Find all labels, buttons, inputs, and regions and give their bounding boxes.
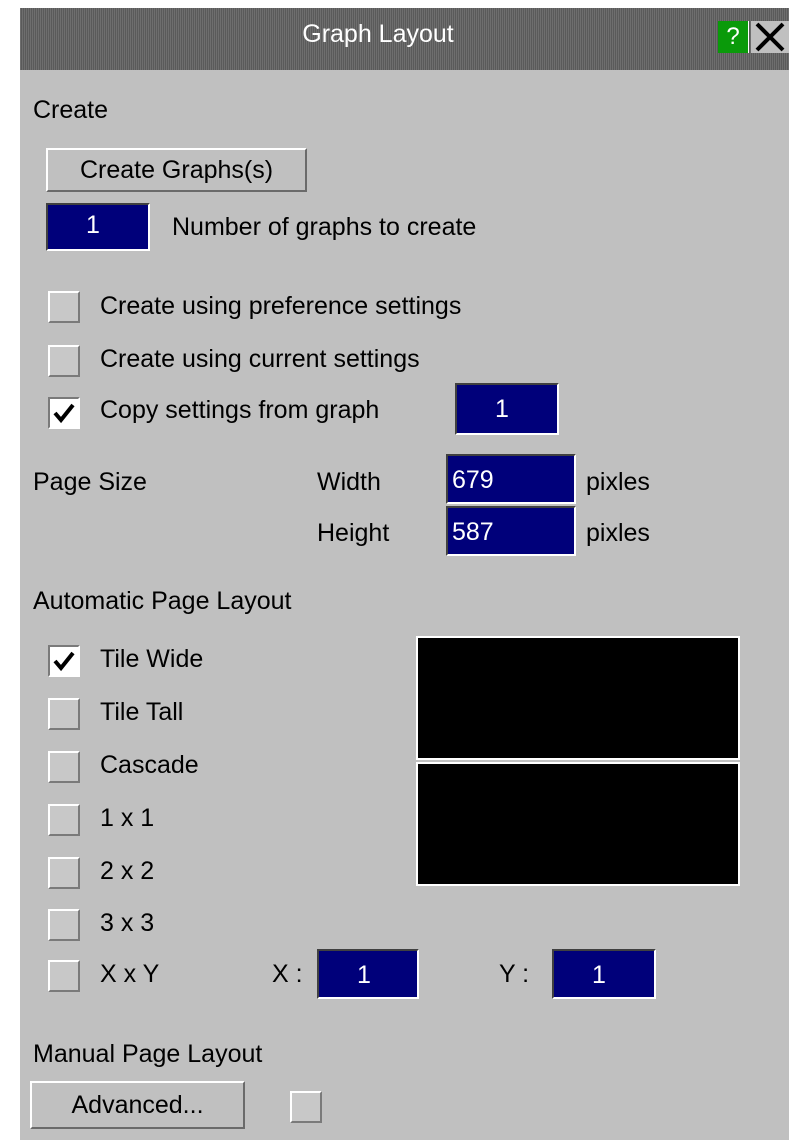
create-using-current-label: Create using current settings xyxy=(100,345,420,373)
graph-layout-panel: Graph Layout ? Create Create Graphs(s) 1… xyxy=(20,8,789,1140)
manual-layout-checkbox[interactable] xyxy=(290,1091,322,1123)
page-size-label: Page Size xyxy=(33,468,147,496)
copy-settings-label: Copy settings from graph xyxy=(100,396,380,424)
number-of-graphs-label: Number of graphs to create xyxy=(172,213,477,241)
tile-tall-checkbox[interactable] xyxy=(48,698,80,730)
cascade-checkbox[interactable] xyxy=(48,751,80,783)
y-count-input[interactable]: 1 xyxy=(552,949,656,999)
x-count-input[interactable]: 1 xyxy=(317,949,419,999)
height-unit: pixles xyxy=(586,519,650,547)
layout-2x2-label: 2 x 2 xyxy=(100,857,155,885)
close-icon xyxy=(755,22,785,52)
manual-page-layout-label: Manual Page Layout xyxy=(33,1040,263,1068)
layout-xy-checkbox[interactable] xyxy=(48,960,80,992)
layout-1x1-checkbox[interactable] xyxy=(48,804,80,836)
title-bar: Graph Layout ? xyxy=(20,8,789,70)
advanced-button[interactable]: Advanced... xyxy=(30,1081,245,1129)
layout-1x1-label: 1 x 1 xyxy=(100,804,155,832)
tile-wide-label: Tile Wide xyxy=(100,645,204,673)
layout-3x3-checkbox[interactable] xyxy=(48,909,80,941)
copy-settings-checkbox[interactable] xyxy=(48,397,80,429)
layout-preview-top-pane xyxy=(416,636,740,760)
create-graphs-button[interactable]: Create Graphs(s) xyxy=(46,148,307,192)
y-label: Y : xyxy=(499,960,530,988)
width-unit: pixles xyxy=(586,468,650,496)
create-section-label: Create xyxy=(33,96,109,124)
layout-xy-label: X x Y xyxy=(100,960,160,988)
x-label: X : xyxy=(272,960,303,988)
close-button[interactable] xyxy=(751,21,789,53)
create-using-preference-label: Create using preference settings xyxy=(100,292,462,320)
layout-2x2-checkbox[interactable] xyxy=(48,857,80,889)
checkmark-icon xyxy=(53,403,75,424)
height-input[interactable]: 587 xyxy=(446,506,576,556)
cascade-label: Cascade xyxy=(100,751,199,779)
window-title: Graph Layout xyxy=(302,20,454,48)
layout-3x3-label: 3 x 3 xyxy=(100,909,155,937)
x-count-value: 1 xyxy=(357,961,371,989)
layout-preview-bottom-pane xyxy=(416,762,740,886)
automatic-page-layout-label: Automatic Page Layout xyxy=(33,587,292,615)
height-value: 587 xyxy=(452,518,494,546)
create-using-preference-checkbox[interactable] xyxy=(48,291,80,323)
number-of-graphs-input[interactable]: 1 xyxy=(46,203,150,251)
tile-tall-label: Tile Tall xyxy=(100,698,184,726)
create-using-current-checkbox[interactable] xyxy=(48,345,80,377)
width-input[interactable]: 679 xyxy=(446,454,576,504)
copy-from-graph-value: 1 xyxy=(495,395,509,423)
copy-from-graph-input[interactable]: 1 xyxy=(455,383,559,435)
height-label: Height xyxy=(317,519,390,547)
width-value: 679 xyxy=(452,466,494,494)
checkmark-icon xyxy=(53,651,75,672)
tile-wide-checkbox[interactable] xyxy=(48,645,80,677)
y-count-value: 1 xyxy=(592,961,606,989)
number-of-graphs-value: 1 xyxy=(86,211,100,239)
width-label: Width xyxy=(317,468,381,496)
help-button[interactable]: ? xyxy=(718,21,749,53)
